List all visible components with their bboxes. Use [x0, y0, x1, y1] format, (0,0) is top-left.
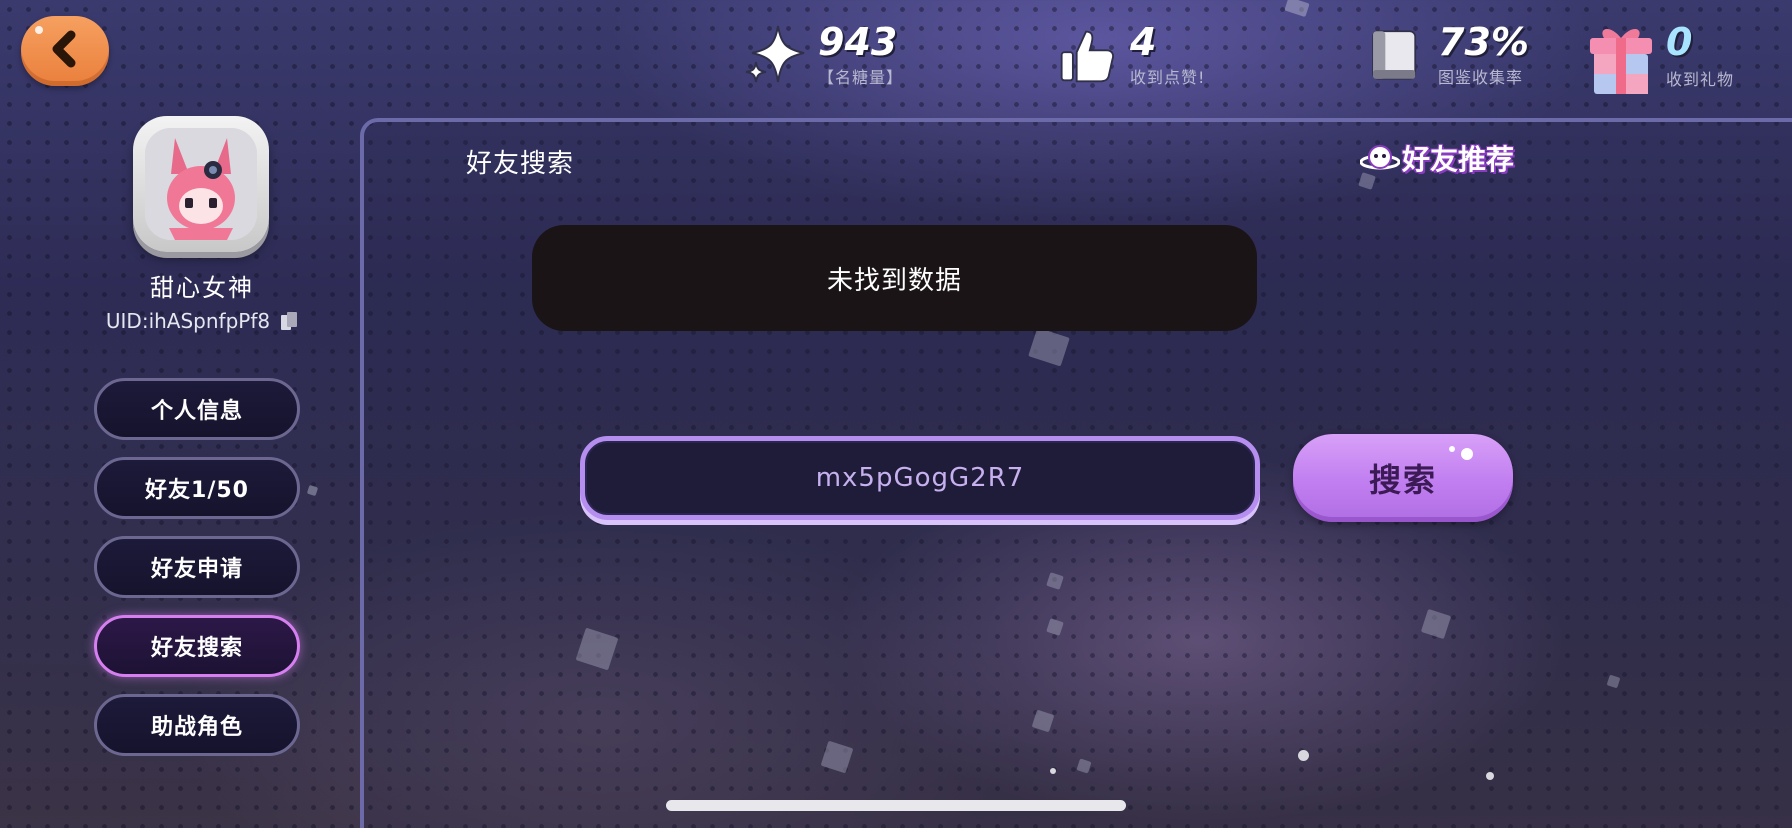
- gift-box-icon: [1586, 20, 1656, 98]
- search-button-label: 搜索: [1368, 461, 1437, 499]
- stat-likes: 4 收到点赞!: [1054, 22, 1205, 88]
- sidebar-item-label: 个人信息: [150, 399, 243, 424]
- home-indicator[interactable]: [666, 800, 1126, 811]
- avatar[interactable]: [133, 116, 269, 252]
- sidebar-item-label: 好友搜索: [150, 636, 243, 661]
- search-input-value: mx5pGogG2R7: [815, 463, 1025, 493]
- panel-title: 好友搜索: [466, 149, 575, 179]
- uid-text: UID:ihASpnfpPf8: [105, 309, 271, 333]
- floating-cube-decoration: [1284, 0, 1310, 18]
- stat-candy: 943 【名糖量】: [742, 22, 903, 88]
- stat-likes-label: 收到点赞!: [1130, 68, 1206, 87]
- planet-icon: [1359, 140, 1401, 176]
- stat-collection-label: 图鉴收集率: [1438, 68, 1524, 87]
- sidebar-item-label: 助战角色: [150, 715, 243, 740]
- sidebar-item-friend-search[interactable]: 好友搜索: [94, 615, 300, 677]
- player-name: 甜心女神: [150, 274, 254, 302]
- floating-cube-decoration: [306, 484, 319, 497]
- stat-collection-value: 73%: [1438, 20, 1529, 64]
- stat-gifts-value: 0: [1666, 20, 1693, 64]
- copy-icon[interactable]: [280, 311, 298, 331]
- sparkle-star-icon: [742, 22, 808, 88]
- book-icon: [1362, 22, 1428, 88]
- friend-recommend-button[interactable]: 好友推荐: [1359, 138, 1515, 178]
- friend-recommend-label: 好友推荐: [1402, 143, 1515, 176]
- back-button[interactable]: [21, 16, 109, 86]
- stat-candy-label: 【名糖量】: [818, 68, 904, 87]
- stat-gifts: 0 收到礼物: [1586, 20, 1734, 98]
- stat-likes-value: 4: [1130, 20, 1157, 64]
- stat-collection: 73% 图鉴收集率: [1362, 22, 1529, 88]
- chevron-left-icon: [45, 29, 85, 73]
- stat-gifts-label: 收到礼物: [1666, 70, 1735, 89]
- sidebar-item-label: 好友1/50: [145, 478, 249, 503]
- stat-candy-value: 943: [818, 20, 898, 64]
- search-button[interactable]: 搜索: [1293, 434, 1513, 522]
- thumbs-up-icon: [1054, 22, 1120, 88]
- avatar-image: [145, 128, 257, 240]
- sidebar-item-support-character[interactable]: 助战角色: [94, 694, 300, 756]
- uid-row: UID:ihASpnfpPf8: [86, 309, 318, 333]
- search-input[interactable]: mx5pGogG2R7: [580, 436, 1260, 520]
- button-shine-decoration: [35, 26, 43, 34]
- sidebar-item-friends[interactable]: 好友1/50: [94, 457, 300, 519]
- no-data-toast: 未找到数据: [532, 225, 1257, 331]
- sidebar-item-profile-info[interactable]: 个人信息: [94, 378, 300, 440]
- sidebar-item-friend-requests[interactable]: 好友申请: [94, 536, 300, 598]
- button-shine-decoration: [1461, 448, 1473, 460]
- sidebar-item-label: 好友申请: [150, 557, 243, 582]
- button-shine-decoration: [1449, 446, 1455, 452]
